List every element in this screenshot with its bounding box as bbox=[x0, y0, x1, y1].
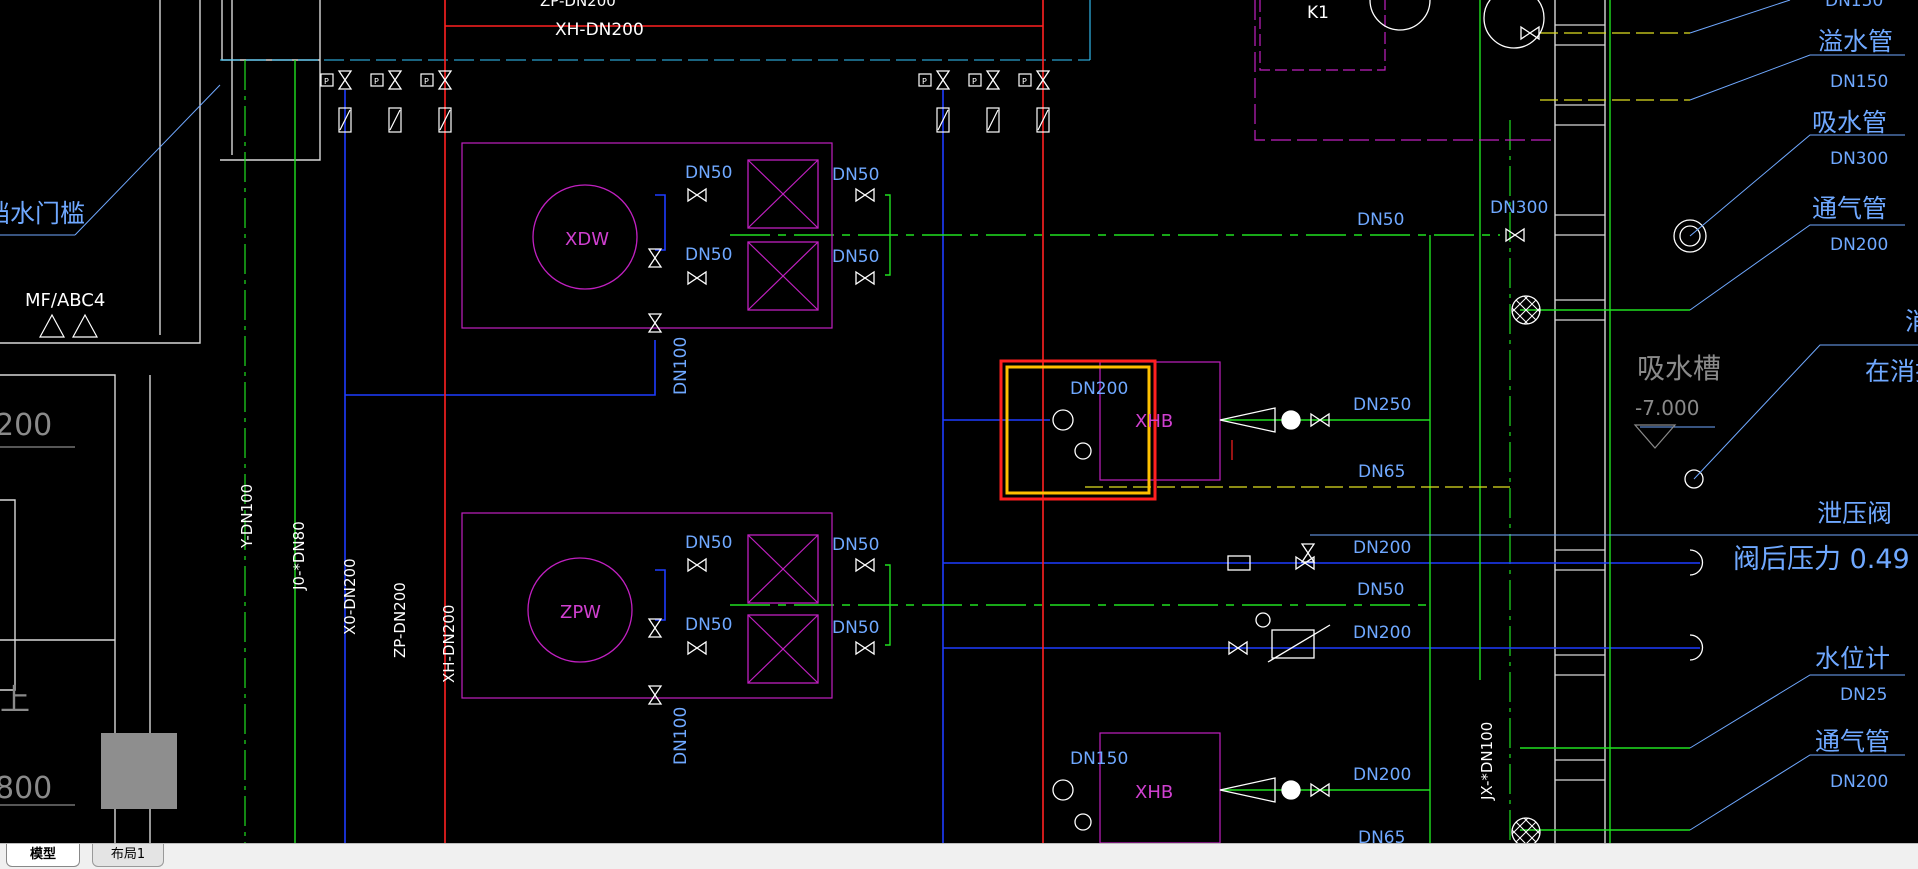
label-dn200-xhb1: DN200 bbox=[1070, 379, 1128, 399]
level-marker bbox=[0, 424, 1677, 806]
label-downstream-pressure: 阀后压力 0.49 MPa bbox=[1733, 544, 1918, 575]
label-x0-dn200: X0-DN200 bbox=[341, 558, 359, 635]
label-k1: K1 bbox=[1307, 3, 1329, 23]
label-dn65-2: DN65 bbox=[1358, 828, 1405, 843]
label-vent-pipe-2: 通气管 bbox=[1815, 727, 1890, 756]
tab-layout1[interactable]: 布局1 bbox=[92, 844, 164, 867]
label-dn200-main1: DN200 bbox=[1353, 538, 1411, 558]
label-mf-abc4: MF/ABC4 bbox=[25, 290, 105, 311]
label-vent-dn200-1: DN200 bbox=[1830, 235, 1888, 255]
label-800: 800 bbox=[0, 771, 52, 806]
label-dn200-xhb2-out: DN200 bbox=[1353, 765, 1411, 785]
label-dn50-main1: DN50 bbox=[1357, 210, 1404, 230]
label-zp-dn200-v: ZP-DN200 bbox=[391, 582, 409, 658]
label-xhb-2: XHB bbox=[1135, 782, 1173, 803]
label-y-dn100: Y-DN100 bbox=[238, 484, 256, 549]
label-dn50-g: DN50 bbox=[685, 615, 732, 635]
label-dn300-mid: DN300 bbox=[1490, 198, 1548, 218]
label-xhb-1: XHB bbox=[1135, 411, 1173, 432]
label-xiao: 消 bbox=[1905, 307, 1918, 336]
leader-lines bbox=[0, 0, 1918, 831]
label-jx-dn100: JX-*DN100 bbox=[1478, 722, 1496, 801]
label-overflow-dn150: DN150 bbox=[1830, 72, 1888, 92]
label-dn50-d: DN50 bbox=[832, 247, 879, 267]
label-dn100-v1: DN100 bbox=[671, 337, 691, 395]
building-structure bbox=[0, 0, 1606, 843]
label-elevation: -7.000 bbox=[1635, 396, 1699, 420]
extinguisher-symbols bbox=[38, 313, 99, 338]
red-pipes bbox=[444, 0, 1044, 843]
grey-block bbox=[101, 733, 177, 809]
label-dn50-c: DN50 bbox=[685, 245, 732, 265]
label-200: 200 bbox=[0, 408, 52, 443]
pump-xdw-label: XDW bbox=[565, 229, 609, 250]
label-door-sill: 挡水门槛 bbox=[0, 199, 85, 228]
green-pipes bbox=[294, 0, 1690, 843]
label-xh-dn200-top: XH-DN200 bbox=[555, 20, 644, 40]
label-dn50-a: DN50 bbox=[685, 163, 732, 183]
tab-model[interactable]: 模型 bbox=[6, 844, 80, 867]
drawing-labels: ZP-DN200 XH-DN200 K1 DN150 溢水管 DN150 吸水管… bbox=[0, 0, 1918, 848]
label-dn200-main2: DN200 bbox=[1353, 623, 1411, 643]
label-suction-tank: 吸水槽 bbox=[1637, 352, 1721, 385]
cyan-lines bbox=[220, 0, 1091, 61]
label-shang: 上 bbox=[0, 683, 30, 718]
pump-zpw: ZPW bbox=[527, 557, 633, 663]
label-xh-dn200-v: XH-DN200 bbox=[440, 605, 458, 683]
vertical-labels: DN100 Y-DN100 J0-*DN80 X0-DN200 ZP-DN200… bbox=[238, 337, 1496, 801]
label-suction-dn300: DN300 bbox=[1830, 149, 1888, 169]
label-dn250: DN250 bbox=[1353, 395, 1411, 415]
label-gauge-dn25: DN25 bbox=[1840, 685, 1887, 705]
pump-xdw: XDW bbox=[532, 184, 638, 290]
layout-tab-bar: 模型 布局1 bbox=[0, 843, 1918, 869]
label-vent-dn200-2: DN200 bbox=[1830, 772, 1888, 792]
label-j0-dn80: J0-*DN80 bbox=[290, 521, 308, 591]
label-relief-valve: 泄压阀 bbox=[1817, 499, 1892, 528]
label-zai-xiao: 在消搭 bbox=[1865, 357, 1918, 386]
label-overflow-pipe: 溢水管 bbox=[1818, 27, 1893, 56]
label-dn50-f: DN50 bbox=[832, 535, 879, 555]
label-vent-pipe-1: 通气管 bbox=[1812, 194, 1887, 223]
label-dn65-1: DN65 bbox=[1358, 462, 1405, 482]
cad-drawing-canvas[interactable]: P bbox=[0, 0, 1918, 848]
label-water-gauge: 水位计 bbox=[1815, 644, 1890, 673]
ladder-rungs bbox=[1555, 24, 1605, 781]
label-dn50-e: DN50 bbox=[685, 533, 732, 553]
label-zp-dn200-top: ZP-DN200 bbox=[540, 0, 616, 10]
label-dn150-top: DN150 bbox=[1825, 0, 1883, 11]
label-dn50-b: DN50 bbox=[832, 165, 879, 185]
label-dn50-main2: DN50 bbox=[1357, 580, 1404, 600]
label-suction-pipe: 吸水管 bbox=[1812, 108, 1887, 137]
pump-zpw-label: ZPW bbox=[560, 602, 601, 623]
label-dn150-xhb2: DN150 bbox=[1070, 749, 1128, 769]
overflow-pipes bbox=[1085, 32, 1690, 488]
label-dn50-h: DN50 bbox=[832, 618, 879, 638]
label-dn100-v2: DN100 bbox=[671, 707, 691, 765]
